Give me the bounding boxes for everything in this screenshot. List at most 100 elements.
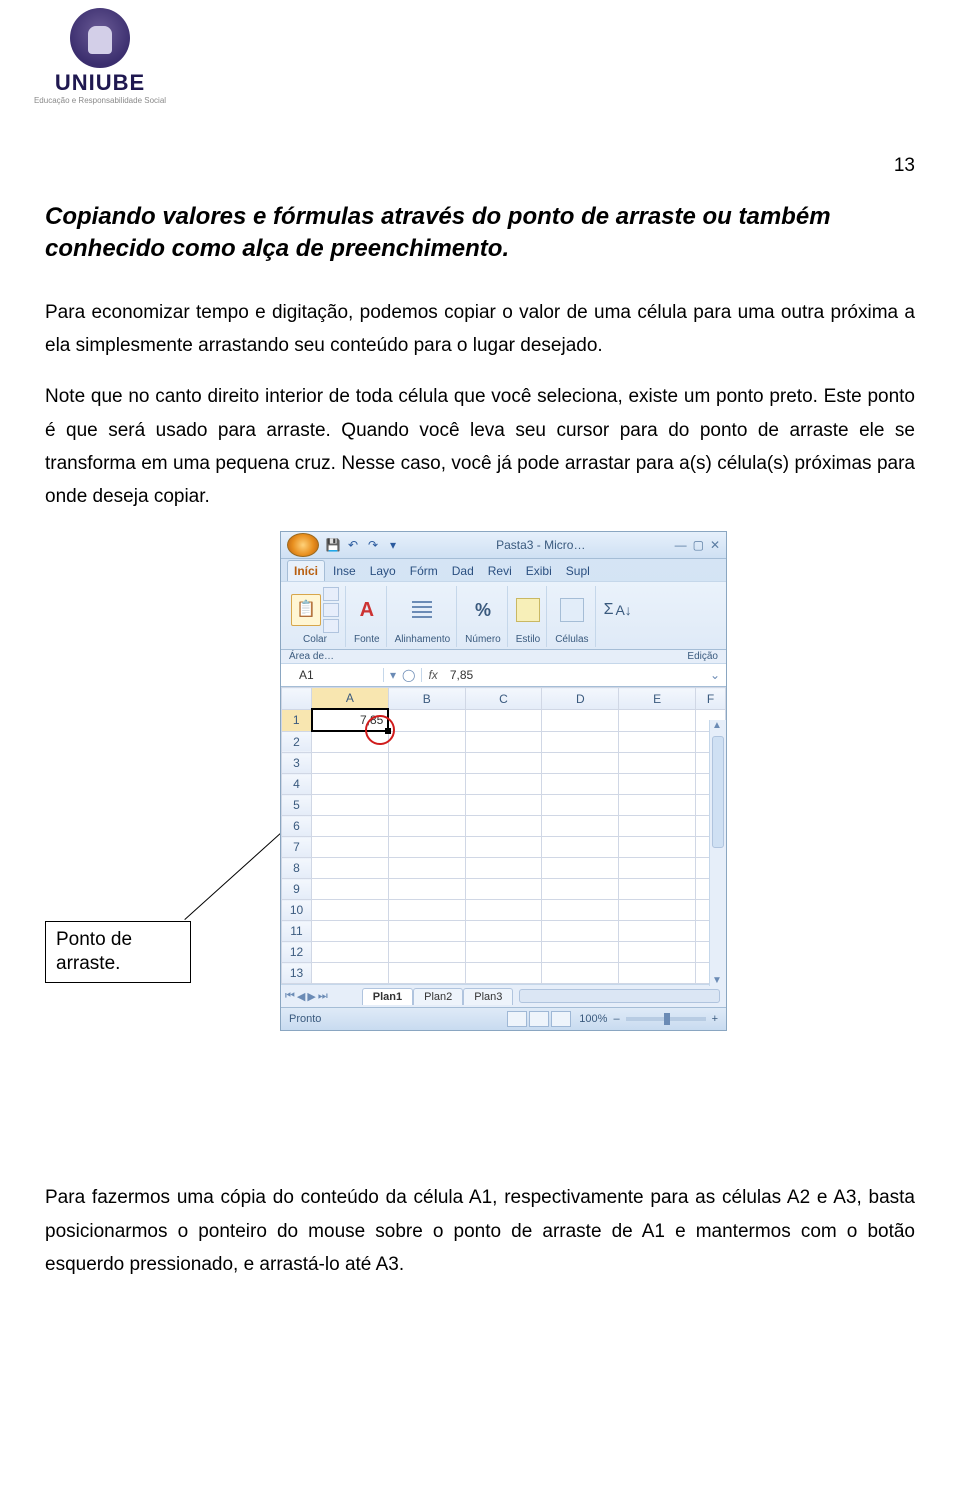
cell[interactable] bbox=[312, 816, 389, 837]
cell[interactable] bbox=[312, 879, 389, 900]
sheet-tab-2[interactable]: Plan2 bbox=[413, 988, 463, 1005]
cell[interactable] bbox=[388, 816, 465, 837]
cell[interactable] bbox=[619, 816, 696, 837]
col-header-a[interactable]: A bbox=[312, 688, 389, 710]
cut-icon[interactable] bbox=[323, 587, 339, 601]
fx-label[interactable]: fx bbox=[422, 668, 443, 682]
format-painter-icon[interactable] bbox=[323, 619, 339, 633]
cells-icon[interactable] bbox=[560, 598, 584, 622]
cell[interactable] bbox=[388, 942, 465, 963]
cell[interactable] bbox=[465, 879, 542, 900]
row-header[interactable]: 2 bbox=[282, 731, 312, 753]
cell[interactable] bbox=[312, 731, 389, 753]
zoom-slider[interactable] bbox=[626, 1017, 706, 1021]
undo-icon[interactable]: ↶ bbox=[345, 537, 361, 553]
view-layout-icon[interactable] bbox=[529, 1011, 549, 1027]
redo-icon[interactable]: ↷ bbox=[365, 537, 381, 553]
office-button[interactable] bbox=[287, 533, 319, 557]
cell[interactable] bbox=[388, 858, 465, 879]
cell[interactable] bbox=[465, 753, 542, 774]
cell[interactable] bbox=[619, 731, 696, 753]
cell[interactable] bbox=[312, 837, 389, 858]
sort-filter-icon[interactable]: A↓ bbox=[615, 602, 631, 618]
cell[interactable] bbox=[465, 858, 542, 879]
cell[interactable] bbox=[619, 858, 696, 879]
sheet-tab-3[interactable]: Plan3 bbox=[463, 988, 513, 1005]
zoom-out-icon[interactable]: – bbox=[613, 1013, 619, 1025]
row-header-1[interactable]: 1 bbox=[282, 709, 312, 731]
cell-a1[interactable]: 7,85 bbox=[312, 709, 389, 731]
cell[interactable] bbox=[619, 795, 696, 816]
select-all-corner[interactable] bbox=[282, 688, 312, 710]
cell[interactable] bbox=[542, 795, 619, 816]
autosum-icon[interactable]: Σ bbox=[604, 601, 614, 619]
cell[interactable] bbox=[542, 858, 619, 879]
cell[interactable] bbox=[542, 709, 619, 731]
cell[interactable] bbox=[465, 795, 542, 816]
tab-review[interactable]: Revi bbox=[482, 561, 518, 581]
cell[interactable] bbox=[312, 921, 389, 942]
sheet-nav-first-icon[interactable]: ⏮ bbox=[285, 990, 295, 1003]
horizontal-scrollbar[interactable] bbox=[519, 989, 720, 1003]
cell[interactable] bbox=[312, 774, 389, 795]
formula-value[interactable]: 7,85 bbox=[444, 668, 473, 682]
name-box[interactable]: A1 bbox=[281, 668, 384, 682]
col-header-e[interactable]: E bbox=[619, 688, 696, 710]
cell[interactable] bbox=[619, 942, 696, 963]
expand-formula-bar-icon[interactable]: ⌄ bbox=[704, 668, 726, 682]
qat-dropdown-icon[interactable]: ▾ bbox=[385, 537, 401, 553]
cell[interactable] bbox=[465, 816, 542, 837]
cell[interactable] bbox=[312, 753, 389, 774]
styles-icon[interactable] bbox=[516, 598, 540, 622]
sheet-tab-1[interactable]: Plan1 bbox=[362, 988, 413, 1005]
view-normal-icon[interactable] bbox=[507, 1011, 527, 1027]
row-header[interactable]: 7 bbox=[282, 837, 312, 858]
cell[interactable] bbox=[619, 837, 696, 858]
cell[interactable] bbox=[388, 753, 465, 774]
cancel-formula-icon[interactable]: ◯ bbox=[402, 668, 415, 682]
col-header-c[interactable]: C bbox=[465, 688, 542, 710]
row-header[interactable]: 5 bbox=[282, 795, 312, 816]
percent-icon[interactable]: % bbox=[475, 600, 491, 621]
cell[interactable] bbox=[312, 963, 389, 984]
cell[interactable] bbox=[619, 900, 696, 921]
maximize-icon[interactable]: ▢ bbox=[693, 538, 704, 552]
cell[interactable] bbox=[312, 795, 389, 816]
cell[interactable] bbox=[465, 963, 542, 984]
col-header-f[interactable]: F bbox=[696, 688, 726, 710]
cell[interactable] bbox=[388, 795, 465, 816]
tab-data[interactable]: Dad bbox=[446, 561, 480, 581]
cell[interactable] bbox=[619, 774, 696, 795]
cell[interactable] bbox=[619, 963, 696, 984]
save-icon[interactable]: 💾 bbox=[325, 537, 341, 553]
close-icon[interactable]: ✕ bbox=[710, 538, 720, 552]
row-header[interactable]: 10 bbox=[282, 900, 312, 921]
spreadsheet-grid[interactable]: A B C D E F 1 7,85 bbox=[281, 687, 726, 984]
alignment-icon[interactable] bbox=[412, 601, 432, 619]
view-pagebreak-icon[interactable] bbox=[551, 1011, 571, 1027]
copy-icon[interactable] bbox=[323, 603, 339, 617]
tab-view[interactable]: Exibi bbox=[520, 561, 558, 581]
tab-addins[interactable]: Supl bbox=[560, 561, 596, 581]
cell[interactable] bbox=[619, 879, 696, 900]
name-box-dropdown-icon[interactable]: ▾ bbox=[390, 668, 396, 682]
fill-handle[interactable] bbox=[385, 728, 391, 734]
tab-home[interactable]: Iníci bbox=[287, 560, 325, 581]
row-header[interactable]: 4 bbox=[282, 774, 312, 795]
tab-insert[interactable]: Inse bbox=[327, 561, 362, 581]
cell[interactable] bbox=[542, 921, 619, 942]
cell[interactable] bbox=[465, 900, 542, 921]
row-header[interactable]: 6 bbox=[282, 816, 312, 837]
cell[interactable] bbox=[388, 709, 465, 731]
cell[interactable] bbox=[465, 837, 542, 858]
cell[interactable] bbox=[542, 816, 619, 837]
zoom-value[interactable]: 100% bbox=[579, 1013, 607, 1025]
cell[interactable] bbox=[619, 753, 696, 774]
row-header[interactable]: 3 bbox=[282, 753, 312, 774]
cell[interactable] bbox=[312, 942, 389, 963]
cell[interactable] bbox=[312, 858, 389, 879]
cell[interactable] bbox=[619, 709, 696, 731]
cell[interactable] bbox=[465, 942, 542, 963]
row-header[interactable]: 11 bbox=[282, 921, 312, 942]
zoom-in-icon[interactable]: + bbox=[712, 1013, 718, 1025]
